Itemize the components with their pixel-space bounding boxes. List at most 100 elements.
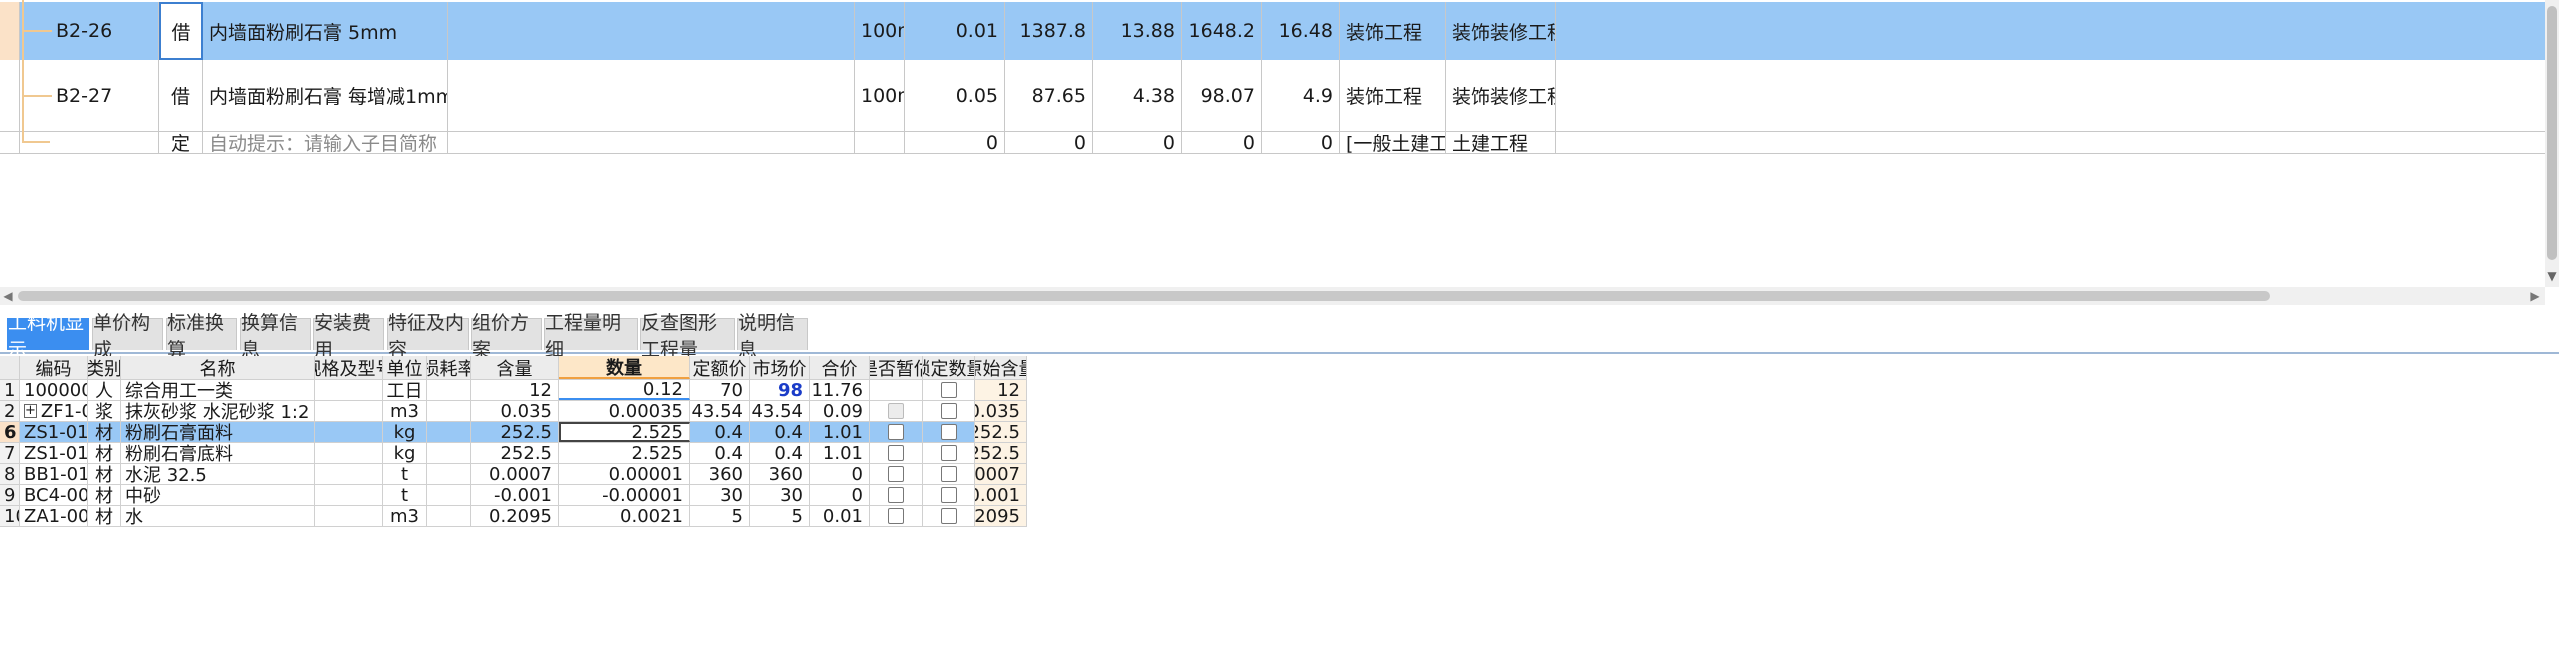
item-unit[interactable] xyxy=(855,132,905,153)
row-number[interactable]: 10 xyxy=(0,506,20,526)
resource-lock-qty[interactable] xyxy=(923,506,975,526)
item-unit[interactable]: 100m2 xyxy=(855,60,905,131)
resource-loss-rate[interactable] xyxy=(427,422,471,442)
resource-total[interactable]: 0 xyxy=(810,485,870,505)
item-type[interactable]: 定 xyxy=(159,132,203,153)
resource-quota-price[interactable]: 360 xyxy=(690,464,750,484)
resource-name[interactable]: 粉刷石膏面料 xyxy=(121,422,315,442)
resource-spec[interactable] xyxy=(315,464,383,484)
header-resource-content[interactable]: 含量 xyxy=(471,356,559,379)
item-market-total[interactable]: 0 xyxy=(1262,132,1340,153)
row-number[interactable]: 6 xyxy=(0,422,20,442)
quota-item-row[interactable]: B2-26借内墙面粉刷石膏 5mm100m20.011387.813.88164… xyxy=(0,2,2545,60)
scroll-right-arrow-icon[interactable]: ▶ xyxy=(2527,287,2543,305)
resource-content[interactable]: 252.5 xyxy=(471,443,559,463)
resource-market-price[interactable]: 5 xyxy=(750,506,810,526)
resource-code[interactable]: BC4-0013 xyxy=(20,485,88,505)
resource-code[interactable]: 10000001 xyxy=(20,380,88,400)
resource-quota-price[interactable]: 243.54 xyxy=(690,401,750,421)
resource-row[interactable]: 1 10000001 人综合用工一类 工日 12 0.12 70 98 11.76 12 xyxy=(0,380,1027,401)
resource-market-price[interactable]: 360 xyxy=(750,464,810,484)
item-category[interactable]: [一般土建工程] xyxy=(1340,132,1446,153)
item-market-total[interactable]: 16.48 xyxy=(1262,2,1340,60)
row-number[interactable]: 7 xyxy=(0,443,20,463)
resource-content[interactable]: 0.0007 xyxy=(471,464,559,484)
header-resource-name[interactable]: 名称 xyxy=(121,356,315,379)
resource-content[interactable]: 0.2095 xyxy=(471,506,559,526)
header-resource-code[interactable]: 编码 xyxy=(20,356,88,379)
resource-spec[interactable] xyxy=(315,485,383,505)
row-number[interactable]: 8 xyxy=(0,464,20,484)
resource-quota-price[interactable]: 5 xyxy=(690,506,750,526)
resource-market-price[interactable]: 98 xyxy=(750,380,810,400)
item-quantity[interactable]: 0.01 xyxy=(905,2,1005,60)
resource-is-temp[interactable] xyxy=(870,422,923,442)
resource-is-temp[interactable] xyxy=(870,485,923,505)
tab-4[interactable]: 安装费用 xyxy=(313,312,384,361)
resource-is-temp[interactable] xyxy=(870,443,923,463)
resource-is-temp[interactable] xyxy=(870,464,923,484)
header-resource-orig-content[interactable]: 原始含量 xyxy=(975,356,1027,379)
resource-row[interactable]: 9 BC4-0013 材中砂 t -0.001 -0.00001 30 30 0 -0.001 xyxy=(0,485,1027,506)
resource-quantity[interactable]: 0.00035 xyxy=(559,401,690,421)
resource-row[interactable]: 2+ZF1-0393浆抹灰砂浆 水泥砂浆 1:2 中砂m30.0350.0003… xyxy=(0,401,1027,422)
resource-content[interactable]: -0.001 xyxy=(471,485,559,505)
is-temp-checkbox[interactable] xyxy=(888,508,904,524)
header-resource-lock-qty[interactable]: 锁定数量 xyxy=(923,356,975,379)
resource-total[interactable]: 11.76 xyxy=(810,380,870,400)
resource-lock-qty[interactable] xyxy=(923,485,975,505)
resource-row[interactable]: 8 BB1-0101 材水泥 32.5 t 0.0007 0.00001 360 360 0 0.… xyxy=(0,464,1027,485)
tab-7[interactable]: 工程量明细 xyxy=(544,312,638,361)
vertical-scrollbar-thumb[interactable] xyxy=(2547,6,2557,260)
resource-is-temp[interactable] xyxy=(870,401,923,421)
item-name[interactable]: 内墙面粉刷石膏 每增减1mm xyxy=(203,60,448,131)
resource-name[interactable]: 水 xyxy=(121,506,315,526)
tab-3[interactable]: 换算信息 xyxy=(240,312,311,361)
is-temp-checkbox[interactable] xyxy=(888,487,904,503)
resource-market-price[interactable]: 30 xyxy=(750,485,810,505)
resource-name[interactable]: 水泥 32.5 xyxy=(121,464,315,484)
resource-spec[interactable] xyxy=(315,443,383,463)
item-unit-price[interactable]: 0 xyxy=(1005,132,1093,153)
resource-is-temp[interactable] xyxy=(870,506,923,526)
resource-code[interactable]: ZS1-0145 xyxy=(20,443,88,463)
horizontal-scrollbar-thumb[interactable] xyxy=(18,291,2270,301)
item-quantity[interactable]: 0 xyxy=(905,132,1005,153)
resource-type[interactable]: 人 xyxy=(88,380,121,400)
resource-type[interactable]: 材 xyxy=(88,506,121,526)
header-resource-quota-price[interactable]: 定额价 xyxy=(690,356,750,379)
item-category[interactable]: 装饰工程 xyxy=(1340,60,1446,131)
resource-total[interactable]: 0 xyxy=(810,464,870,484)
tab-5[interactable]: 特征及内容 xyxy=(387,312,469,361)
lock-qty-checkbox[interactable] xyxy=(940,487,957,503)
lock-qty-checkbox[interactable] xyxy=(940,466,957,482)
resource-spec[interactable] xyxy=(315,380,383,400)
resource-total[interactable]: 0.09 xyxy=(810,401,870,421)
quota-item-row[interactable]: 定自动提示：请输入子目简称00000[一般土建工程]土建工程 xyxy=(0,132,2545,154)
scroll-down-arrow-icon[interactable]: ▼ xyxy=(2546,268,2558,284)
resource-loss-rate[interactable] xyxy=(427,443,471,463)
resource-lock-qty[interactable] xyxy=(923,464,975,484)
resource-loss-rate[interactable] xyxy=(427,464,471,484)
resource-type[interactable]: 材 xyxy=(88,422,121,442)
tab-9[interactable]: 说明信息 xyxy=(737,312,808,361)
resource-spec[interactable] xyxy=(315,401,383,421)
resource-unit[interactable]: t xyxy=(383,485,427,505)
header-resource-spec[interactable]: 规格及型号 xyxy=(315,356,383,379)
item-name[interactable]: 自动提示：请输入子目简称 xyxy=(203,132,448,153)
item-total-price[interactable]: 0 xyxy=(1093,132,1182,153)
resource-type[interactable]: 材 xyxy=(88,485,121,505)
item-major[interactable]: 土建工程 xyxy=(1446,132,1556,153)
resource-lock-qty[interactable] xyxy=(923,422,975,442)
resource-name[interactable]: 综合用工一类 xyxy=(121,380,315,400)
item-quantity[interactable]: 0.05 xyxy=(905,60,1005,131)
resource-is-temp[interactable] xyxy=(870,380,923,400)
item-total-price[interactable]: 4.38 xyxy=(1093,60,1182,131)
resource-orig-content[interactable]: 252.5 xyxy=(975,443,1027,463)
resource-quantity[interactable]: 2.525 xyxy=(559,422,690,442)
scroll-left-arrow-icon[interactable]: ◀ xyxy=(0,287,16,305)
is-temp-checkbox[interactable] xyxy=(888,445,904,461)
resource-quota-price[interactable]: 70 xyxy=(690,380,750,400)
item-major[interactable]: 装饰装修工程 xyxy=(1446,60,1556,131)
header-resource-unit[interactable]: 单位 xyxy=(383,356,427,379)
